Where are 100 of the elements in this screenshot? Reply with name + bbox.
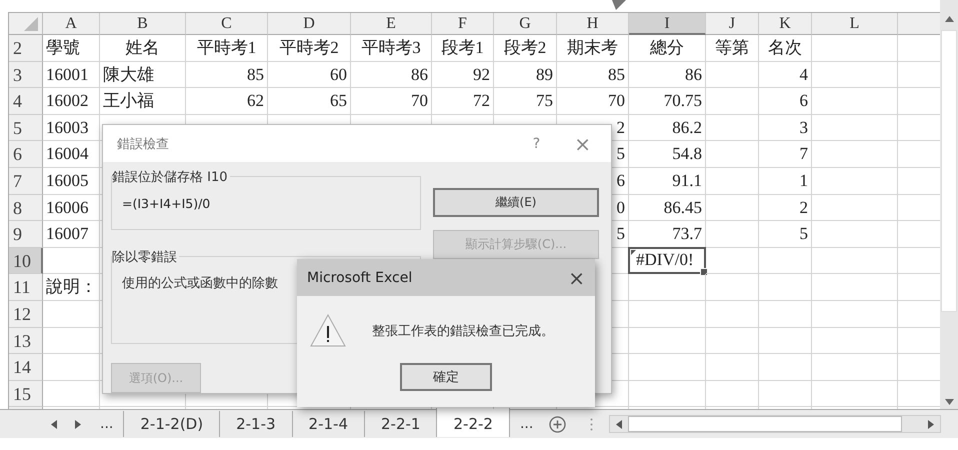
cell-text: 0 xyxy=(616,196,626,219)
table-cell xyxy=(706,380,759,408)
cell-text: 平時考2 xyxy=(278,37,340,59)
error-indicator-icon[interactable] xyxy=(631,250,636,255)
column-header[interactable]: A xyxy=(43,13,100,35)
cell-text: 總分 xyxy=(649,37,685,59)
formula-text: =(I3+I4+I5)/0 xyxy=(122,196,210,211)
cell-text: 16007 xyxy=(45,223,90,246)
row-header[interactable]: 12 xyxy=(9,300,43,328)
vertical-scrollbar[interactable] xyxy=(940,0,958,409)
sheet-tab[interactable]: 2-2-2 xyxy=(436,408,510,436)
cell-text: 王小福 xyxy=(102,90,155,112)
row-header[interactable]: 10 xyxy=(9,248,43,274)
cell-text: 3 xyxy=(798,116,809,139)
row-header[interactable]: 11 xyxy=(9,274,43,301)
cell-text: 5 xyxy=(798,223,809,246)
row-header[interactable]: 14 xyxy=(9,354,43,381)
column-header[interactable]: K xyxy=(759,13,812,35)
cell-text: 2 xyxy=(798,196,809,219)
column-header[interactable]: I xyxy=(629,13,706,35)
cell-text: 62 xyxy=(246,90,265,112)
cell-text: 16001 xyxy=(45,64,90,86)
scroll-left-icon[interactable] xyxy=(616,420,622,428)
column-header[interactable]: J xyxy=(706,13,759,35)
cell-text: 54.8 xyxy=(671,143,703,166)
row-header[interactable]: 2 xyxy=(9,35,43,62)
column-header[interactable]: B xyxy=(100,13,186,35)
cell-text: 6 xyxy=(798,90,809,112)
cell-text: 70 xyxy=(410,90,429,112)
sheet-tab[interactable]: 2-1-2(D) xyxy=(123,411,220,437)
cell-text: 段考2 xyxy=(502,37,548,59)
scroll-right-icon[interactable] xyxy=(928,420,934,428)
splitter-handle-icon[interactable] xyxy=(590,418,594,430)
row-header[interactable]: 9 xyxy=(9,221,43,248)
group-label: 錯誤位於儲存格 I10 xyxy=(112,168,230,186)
column-header[interactable]: L xyxy=(812,13,898,35)
cell-text: 92 xyxy=(472,64,491,86)
close-button[interactable]: × xyxy=(574,132,591,156)
cell-text: 平時考3 xyxy=(360,37,422,59)
message-text: 整張工作表的錯誤檢查已完成。 xyxy=(372,322,554,340)
add-sheet-icon[interactable] xyxy=(549,416,566,432)
table-cell xyxy=(43,328,100,354)
row-header[interactable]: 3 xyxy=(9,62,43,88)
column-header[interactable]: G xyxy=(494,13,557,35)
table-cell xyxy=(759,380,812,408)
row-header[interactable]: 7 xyxy=(9,168,43,195)
cell-text: 86.2 xyxy=(671,116,703,139)
row-header[interactable]: 15 xyxy=(9,380,43,408)
scroll-up-icon[interactable] xyxy=(944,16,954,22)
cell-text: 等第 xyxy=(714,37,750,59)
more-sheets-button[interactable]: ... xyxy=(90,416,124,432)
horizontal-scrollbar[interactable] xyxy=(609,415,942,433)
row-header[interactable]: 13 xyxy=(9,328,43,354)
table-cell xyxy=(706,328,759,354)
cell-text: 段考1 xyxy=(440,37,485,59)
scroll-right-icon[interactable] xyxy=(75,420,81,428)
cell-text: 名次 xyxy=(767,37,803,59)
cell-text: 陳大雄 xyxy=(102,64,155,86)
cell-text: 4 xyxy=(798,64,809,86)
cell-text: 1 xyxy=(798,170,809,192)
warning-icon xyxy=(310,314,346,347)
table-cell xyxy=(759,328,812,354)
column-header[interactable]: C xyxy=(186,13,268,35)
more-sheets-button[interactable]: ... xyxy=(510,416,544,432)
column-header[interactable]: E xyxy=(351,13,432,35)
table-cell xyxy=(706,300,759,328)
row-header[interactable]: 6 xyxy=(9,141,43,168)
table-cell xyxy=(43,380,100,408)
cell-text: 75 xyxy=(535,90,554,112)
cell-text: 5 xyxy=(616,223,626,246)
cell-text: 70.75 xyxy=(662,90,703,112)
cell-text: 65 xyxy=(329,90,348,112)
cell-text: 16005 xyxy=(45,170,90,192)
scroll-left-icon[interactable] xyxy=(51,420,57,428)
help-button[interactable]: ? xyxy=(532,136,540,152)
column-header[interactable]: D xyxy=(268,13,351,35)
sheet-tab[interactable]: 2-1-3 xyxy=(219,411,292,437)
cell-text: 平時考1 xyxy=(196,37,258,59)
row-header[interactable]: 5 xyxy=(9,114,43,142)
group-label: 除以零錯誤 xyxy=(112,248,179,266)
scroll-down-icon[interactable] xyxy=(944,399,954,405)
cell-text: 學號 xyxy=(45,37,81,59)
row-header[interactable]: 4 xyxy=(9,88,43,115)
column-header[interactable]: F xyxy=(432,13,494,35)
ok-button[interactable]: 確定 xyxy=(400,363,492,391)
error-description: 使用的公式或函數中的除數 xyxy=(122,275,278,292)
row-header[interactable]: 8 xyxy=(9,194,43,222)
cell-text: 85 xyxy=(607,64,626,86)
table-cell xyxy=(706,248,759,274)
dialog-title: 錯誤檢查 xyxy=(117,136,170,152)
close-button[interactable]: × xyxy=(568,266,585,290)
cell-text: 85 xyxy=(246,64,265,86)
dialog-button[interactable]: 繼續(E) xyxy=(433,188,599,217)
table-cell xyxy=(706,274,759,301)
sheet-tab[interactable]: 2-1-4 xyxy=(292,411,364,437)
cell-text: 7 xyxy=(798,143,809,166)
table-cell xyxy=(706,354,759,381)
cell-text: #DIV/0! xyxy=(628,246,706,274)
dialog-title: Microsoft Excel xyxy=(307,270,414,286)
cell-text: 72 xyxy=(472,90,491,112)
